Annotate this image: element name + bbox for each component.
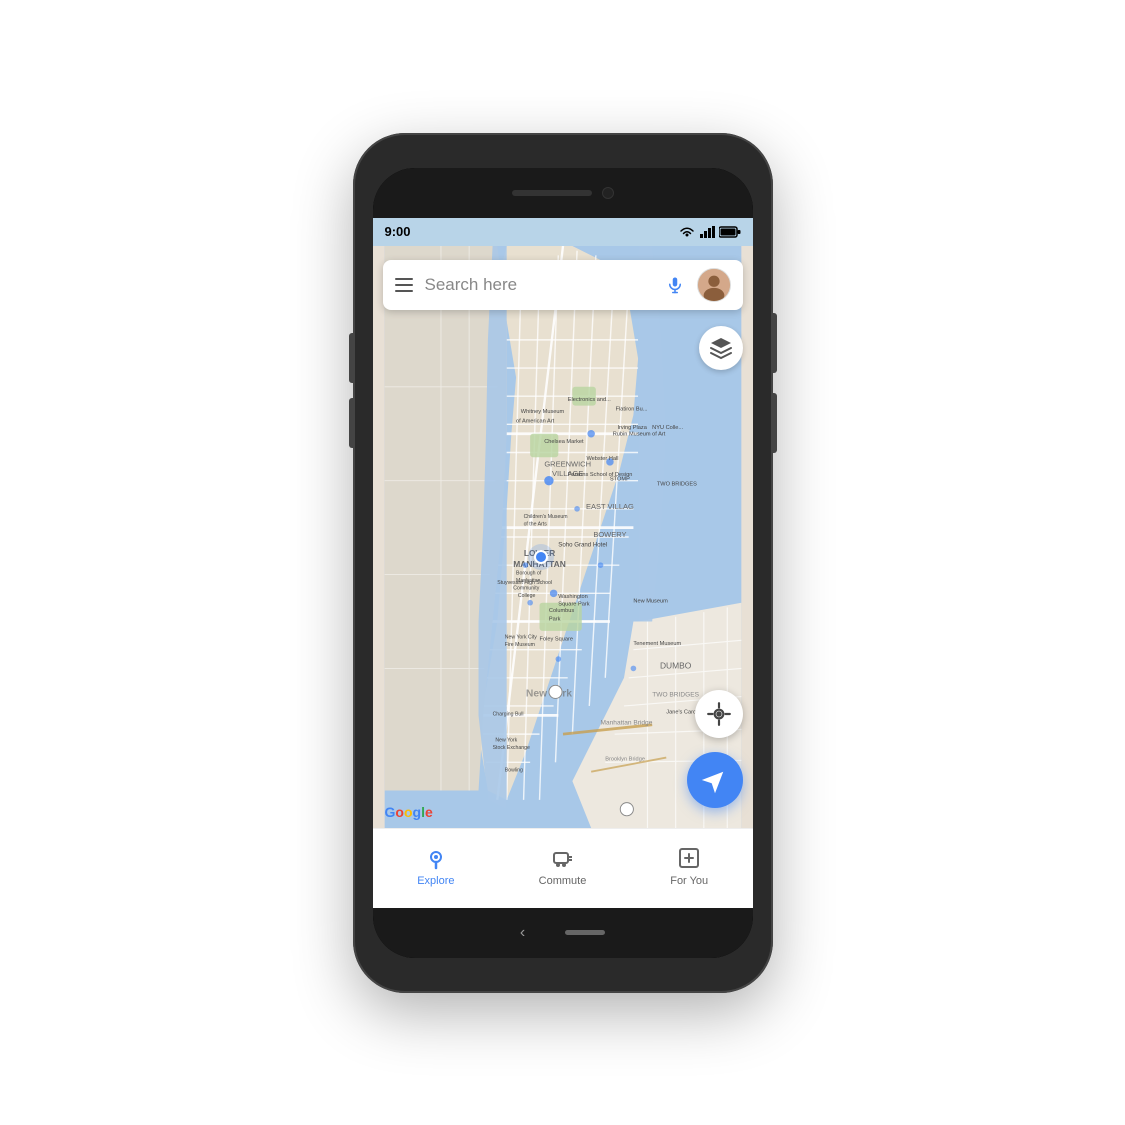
screen-content: 9:00 (373, 218, 753, 908)
volume-down-button[interactable] (349, 398, 353, 448)
status-time: 9:00 (385, 224, 411, 239)
svg-text:Foley Square: Foley Square (539, 636, 572, 642)
google-logo: Google (385, 804, 433, 820)
svg-text:Flatiron Bu...: Flatiron Bu... (615, 406, 647, 412)
explore-label: Explore (417, 875, 454, 887)
nav-commute[interactable]: Commute (499, 845, 626, 891)
svg-text:TWO BRIDGES: TWO BRIDGES (656, 481, 696, 487)
commute-icon-container (550, 845, 576, 871)
battery-icon (719, 226, 741, 238)
avatar-image (698, 268, 730, 302)
wifi-icon (679, 226, 695, 238)
map-area[interactable]: Manhattan Bridge Brooklyn Bridge LOWER M… (373, 246, 753, 828)
svg-text:Chelsea Market: Chelsea Market (544, 439, 584, 445)
svg-text:NYU Colle...: NYU Colle... (652, 425, 683, 431)
svg-text:of the Arts: of the Arts (523, 521, 547, 527)
status-icons (679, 226, 741, 238)
navigate-icon (701, 766, 729, 794)
status-bar: 9:00 (373, 218, 753, 246)
layers-button[interactable] (699, 326, 743, 370)
my-location-icon (706, 701, 732, 727)
explore-icon (424, 846, 448, 870)
back-button[interactable]: ‹ (520, 924, 525, 942)
nav-for-you[interactable]: For You (626, 845, 753, 891)
svg-text:Children's Museum: Children's Museum (523, 514, 567, 520)
svg-text:Parsons School of Design: Parsons School of Design (567, 471, 632, 477)
bottom-navigation: Explore Commute (373, 828, 753, 908)
volume-up-button[interactable] (349, 333, 353, 383)
svg-text:BOWERY: BOWERY (593, 530, 626, 539)
svg-text:Irving Plaza: Irving Plaza (617, 425, 647, 431)
top-bezel (373, 168, 753, 218)
svg-text:Columbus: Columbus (548, 608, 574, 614)
svg-text:New York: New York (495, 737, 517, 743)
svg-text:Park: Park (548, 616, 560, 622)
bottom-bezel: ‹ (373, 908, 753, 958)
commute-label: Commute (539, 875, 587, 887)
svg-text:TWO BRIDGES: TWO BRIDGES (652, 691, 699, 698)
mic-button[interactable] (661, 271, 689, 299)
svg-text:Manhattan Bridge: Manhattan Bridge (600, 719, 652, 726)
for-you-icon-container (676, 845, 702, 871)
svg-text:EAST VILLAG: EAST VILLAG (586, 501, 634, 510)
svg-text:Soho Grand Hotel: Soho Grand Hotel (558, 541, 607, 548)
home-pill[interactable] (565, 930, 605, 935)
for-you-label: For You (670, 875, 708, 887)
svg-text:Charging Bull: Charging Bull (492, 711, 523, 717)
search-input[interactable]: Search here (425, 275, 661, 295)
signal-icon (699, 226, 715, 238)
front-camera (602, 187, 614, 199)
svg-text:Stock Exchange: Stock Exchange (492, 745, 529, 751)
user-avatar[interactable] (697, 268, 731, 302)
svg-text:Whitney Museum: Whitney Museum (520, 409, 564, 415)
navigate-button[interactable] (687, 752, 743, 808)
nav-explore[interactable]: Explore (373, 845, 500, 891)
microphone-icon (666, 275, 684, 295)
my-location-button[interactable] (695, 690, 743, 738)
svg-text:Electronics and...: Electronics and... (567, 396, 611, 402)
svg-text:New Museum: New Museum (633, 598, 668, 604)
svg-text:Brooklyn Bridge: Brooklyn Bridge (605, 756, 645, 762)
svg-text:Webster Hall: Webster Hall (586, 456, 618, 462)
explore-icon-container (423, 845, 449, 871)
phone-device: 9:00 (353, 133, 773, 993)
svg-text:Washington: Washington (558, 594, 588, 600)
svg-text:Bowling: Bowling (504, 767, 522, 773)
svg-text:New York City: New York City (504, 634, 537, 640)
for-you-icon (677, 846, 701, 870)
map-svg: Manhattan Bridge Brooklyn Bridge LOWER M… (373, 246, 753, 828)
layers-icon (709, 336, 733, 360)
svg-text:Community: Community (513, 585, 539, 591)
map-background: Manhattan Bridge Brooklyn Bridge LOWER M… (373, 246, 753, 828)
menu-button[interactable] (395, 278, 413, 292)
svg-text:College: College (517, 593, 535, 599)
svg-text:DUMBO: DUMBO (659, 660, 691, 670)
commute-icon (551, 846, 575, 870)
svg-text:Rubin Museum of Art: Rubin Museum of Art (612, 431, 665, 437)
speaker-grille (512, 190, 592, 196)
svg-text:GREENWICH: GREENWICH (544, 459, 591, 468)
svg-text:Fire Museum: Fire Museum (504, 641, 534, 647)
svg-text:Borough of: Borough of (516, 570, 542, 576)
svg-text:of American Art: of American Art (516, 418, 555, 424)
phone-screen: 9:00 (373, 168, 753, 958)
svg-text:Square Park: Square Park (558, 601, 589, 607)
current-location-dot (532, 548, 550, 566)
svg-text:Tenement Museum: Tenement Museum (633, 640, 681, 646)
search-bar[interactable]: Search here (383, 260, 743, 310)
svg-text:Manhattan: Manhattan (516, 578, 540, 584)
